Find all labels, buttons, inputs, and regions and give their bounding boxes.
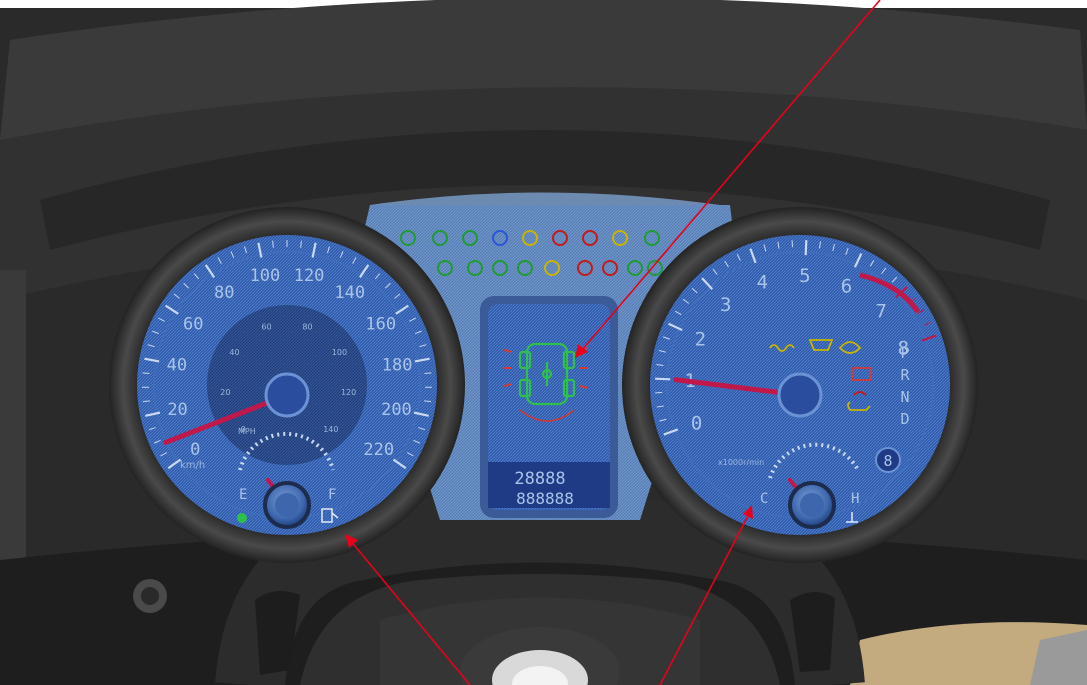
mph-tick-label: 80: [302, 322, 312, 331]
instrument-cluster: 28888 888888 020406080100 120140160180200…: [0, 0, 1087, 685]
speed-tick: [424, 372, 432, 375]
temp-hot-label: H: [851, 491, 859, 507]
speed-tick-label: 160: [365, 315, 396, 335]
speed-tick-label: 0: [190, 440, 200, 460]
rpm-tick-label: 5: [799, 265, 810, 287]
speed-tick-label: 60: [183, 315, 203, 335]
speed-tick: [142, 372, 150, 375]
gear-indicator: D: [900, 410, 909, 428]
rpm-tick-label: 6: [841, 275, 852, 297]
gear-indicator: N: [900, 388, 909, 406]
mph-tick-label: 140: [323, 425, 338, 434]
rpm-hub: [777, 372, 823, 418]
fuel-low-indicator: [237, 513, 247, 523]
speed-tick-label: 80: [214, 283, 234, 303]
mph-tick-label: 40: [229, 348, 239, 357]
mph-tick-label: 120: [341, 388, 356, 397]
rpm-tick-label: 4: [757, 272, 768, 294]
speed-hub: [264, 372, 310, 418]
speed-tick-label: 100: [250, 266, 281, 286]
rpm-unit: x1000r/min: [718, 458, 764, 467]
mph-tick-label: 100: [332, 348, 347, 357]
rpm-tick: [804, 240, 808, 256]
speed-tick: [300, 240, 302, 248]
gear-indicator: P: [900, 344, 909, 362]
odometer-bottom: 888888: [516, 489, 574, 508]
speed-tick: [272, 240, 274, 248]
temp-cold-label: C: [760, 491, 768, 507]
speed-tick-label: 140: [334, 283, 365, 303]
rpm-tick: [655, 377, 671, 381]
speed-tick-label: 220: [363, 440, 394, 460]
speed-tick-label: 180: [382, 356, 413, 376]
rpm-tick-label: 7: [875, 301, 886, 323]
rpm-tick-label: 2: [695, 329, 706, 351]
speed-tick-label: 20: [167, 400, 187, 420]
speed-unit-kmh: km/h: [180, 460, 205, 471]
mph-tick-label: 60: [261, 322, 271, 331]
speed-tick-label: 40: [167, 356, 187, 376]
gear-display: 8: [883, 452, 892, 470]
speed-tick-label: 120: [294, 266, 325, 286]
fuel-empty-label: E: [239, 487, 247, 503]
rpm-tick-label: 0: [691, 413, 702, 435]
tachometer: 012345678 x1000r/min PRND 8 C H: [622, 207, 978, 563]
fuel-full-label: F: [328, 487, 336, 503]
mph-tick-label: 20: [220, 388, 230, 397]
speed-unit-mph: MPH: [238, 427, 256, 436]
speedometer: 020406080100 120140160180200220 0204060 80…: [109, 207, 465, 563]
gear-indicator: R: [900, 366, 910, 384]
odometer-top: 28888: [514, 469, 565, 489]
rpm-tick-label: 3: [720, 294, 731, 316]
dashboard-scene: 28888 888888 0 20 40 60 80 100 120 140 160 180 200…: [0, 0, 1087, 685]
speed-tick-label: 200: [381, 400, 412, 420]
